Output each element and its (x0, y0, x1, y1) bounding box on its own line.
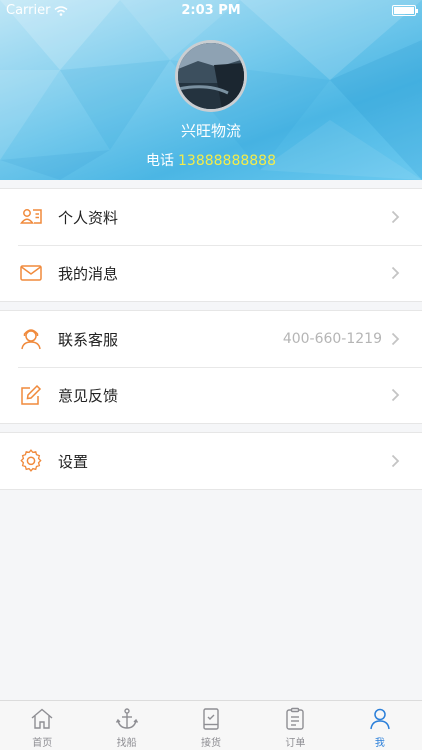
menu-item-profile[interactable]: 个人资料 (0, 189, 422, 245)
menu-item-settings[interactable]: 设置 (0, 433, 422, 489)
tab-label: 找船 (116, 738, 137, 749)
tab-me[interactable]: 我 (338, 701, 422, 750)
phone-number[interactable]: 13888888888 (178, 153, 276, 169)
status-time: 2:03 PM (181, 3, 241, 18)
tab-label: 接货 (201, 738, 222, 749)
company-name: 兴旺物流 (180, 122, 241, 140)
status-bar: Carrier 2:03 PM (0, 0, 422, 22)
menu-item-label: 我的消息 (58, 264, 119, 283)
edit-feedback-icon (21, 384, 42, 405)
tab-label: 订单 (285, 738, 306, 749)
home-icon (31, 708, 53, 729)
chevron-right-icon (391, 388, 400, 402)
menu-item-customer-service[interactable]: 联系客服 400-660-1219 (0, 311, 422, 367)
phone-label: 电话 (146, 153, 174, 169)
profile-header: Carrier 2:03 PM 兴旺物流 电话 13888888888 (0, 0, 422, 180)
tab-receive-goods[interactable]: 接货 (169, 701, 253, 750)
menu-item-label: 联系客服 (58, 330, 119, 349)
menu-item-label: 个人资料 (58, 208, 119, 227)
profile-card-icon (20, 209, 42, 224)
tab-label: 首页 (32, 738, 53, 749)
chevron-right-icon (391, 454, 400, 468)
customer-service-icon (21, 329, 41, 350)
anchor-icon (115, 708, 138, 729)
chevron-right-icon (391, 266, 400, 280)
tab-label: 我 (374, 738, 385, 749)
package-check-icon (203, 708, 219, 730)
menu-item-label: 意见反馈 (58, 386, 119, 405)
chevron-right-icon (391, 332, 400, 346)
phone-row: 电话 13888888888 (0, 150, 422, 170)
avatar-image (178, 43, 244, 109)
envelope-icon (20, 265, 42, 281)
menu-item-messages[interactable]: 我的消息 (0, 245, 422, 301)
customer-service-phone: 400-660-1219 (282, 331, 382, 347)
order-list-icon (286, 707, 305, 730)
menu-group-support: 联系客服 400-660-1219 意见反馈 (0, 310, 422, 424)
battery-icon (392, 5, 418, 16)
menu-group-settings: 设置 (0, 432, 422, 490)
avatar[interactable] (175, 40, 247, 112)
menu-group-account: 个人资料 我的消息 (0, 188, 422, 302)
chevron-right-icon (391, 210, 400, 224)
tab-find-ship[interactable]: 找船 (84, 701, 168, 750)
menu-item-label: 设置 (58, 452, 89, 471)
tab-orders[interactable]: 订单 (253, 701, 337, 750)
person-icon (370, 708, 390, 730)
menu-item-feedback[interactable]: 意见反馈 (0, 367, 422, 423)
tab-home[interactable]: 首页 (0, 701, 84, 750)
gear-icon (20, 449, 42, 472)
bottom-tab-bar: 首页 找船 接货 订单 我 (0, 700, 422, 750)
